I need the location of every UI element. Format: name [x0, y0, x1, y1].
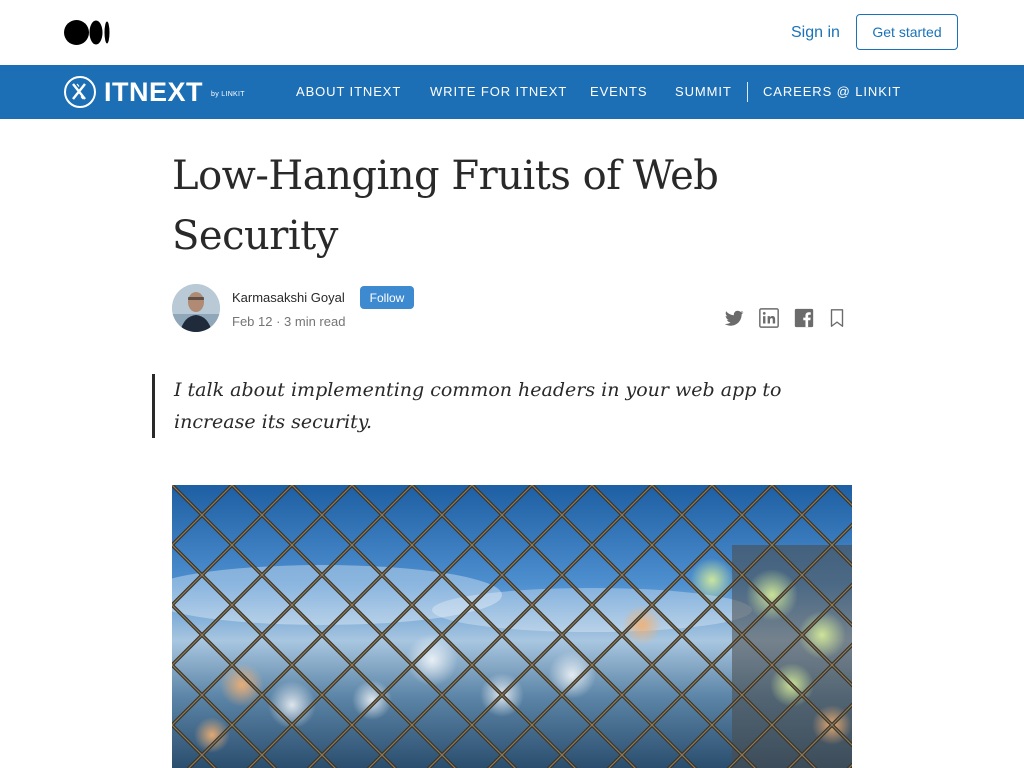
twitter-icon[interactable] — [723, 307, 745, 329]
article-title: Low-Hanging Fruits of Web Security — [172, 153, 719, 259]
bookmark-icon[interactable] — [827, 307, 847, 329]
publication-logo[interactable]: ITNEXT by LINKIT — [64, 74, 245, 110]
get-started-button[interactable]: Get started — [856, 14, 958, 50]
author-avatar[interactable] — [172, 284, 220, 332]
nav-summit[interactable]: SUMMIT — [675, 84, 732, 99]
follow-button[interactable]: Follow — [360, 286, 414, 309]
nav-write-for-itnext[interactable]: WRITE FOR ITNEXT — [430, 84, 567, 99]
nav-about-itnext[interactable]: ABOUT ITNEXT — [296, 84, 401, 99]
nav-divider — [747, 82, 748, 102]
medium-logo-icon[interactable] — [64, 20, 110, 45]
top-navigation-bar: Sign in Get started — [0, 0, 1024, 65]
hero-image — [172, 485, 852, 768]
author-name[interactable]: Karmasakshi Goyal — [232, 290, 345, 305]
publication-navigation-bar: ITNEXT by LINKIT ABOUT ITNEXT WRITE FOR … — [0, 65, 1024, 119]
article-subtitle: I talk about implementing common headers… — [174, 379, 782, 433]
itnext-x-icon — [64, 76, 96, 108]
quote-bar — [152, 374, 155, 438]
publication-name: ITNEXT — [104, 76, 204, 107]
linkedin-icon[interactable] — [758, 307, 780, 329]
nav-careers-linkit[interactable]: CAREERS @ LINKIT — [763, 84, 901, 99]
article-meta: Feb 12 · 3 min read — [232, 314, 346, 329]
sign-in-link[interactable]: Sign in — [791, 24, 840, 42]
publication-by-label: by LINKIT — [211, 90, 245, 98]
nav-events[interactable]: EVENTS — [590, 84, 647, 99]
facebook-icon[interactable] — [793, 307, 815, 329]
